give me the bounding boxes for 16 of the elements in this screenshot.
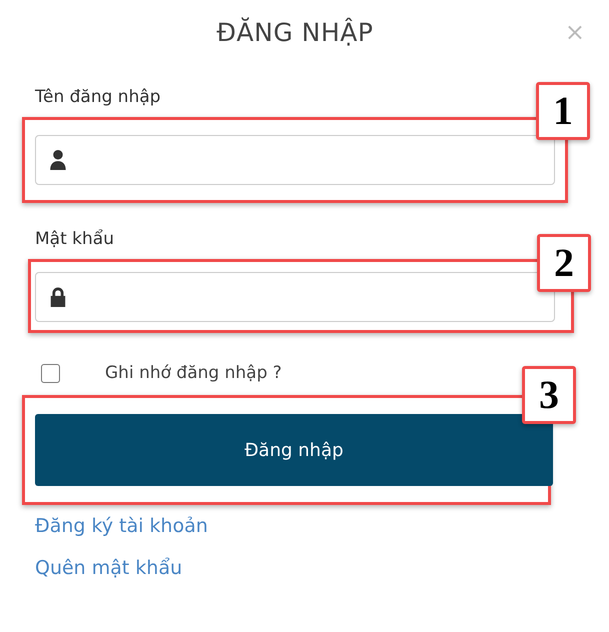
input-field[interactable]	[35, 272, 555, 322]
callout-number: 2	[537, 234, 591, 292]
user-icon	[49, 150, 67, 170]
lock-icon	[49, 287, 67, 307]
dialog-title: ĐĂNG NHẬP	[216, 18, 374, 47]
remember-checkbox[interactable]	[41, 364, 60, 382]
link[interactable]: Quên mật khẩu	[35, 557, 182, 579]
callout-number: 1	[536, 82, 590, 140]
checkbox-label: Ghi nhớ đăng nhập ?	[105, 363, 282, 383]
input-field[interactable]	[35, 135, 555, 185]
field-label: Tên đăng nhập	[35, 87, 161, 107]
field-label: Mật khẩu	[35, 229, 114, 249]
link[interactable]: Đăng ký tài khoản	[35, 515, 208, 537]
callout-number: 3	[522, 366, 576, 424]
close-button[interactable]: ×	[564, 20, 585, 44]
login-button[interactable]: Đăng nhập	[35, 414, 553, 486]
